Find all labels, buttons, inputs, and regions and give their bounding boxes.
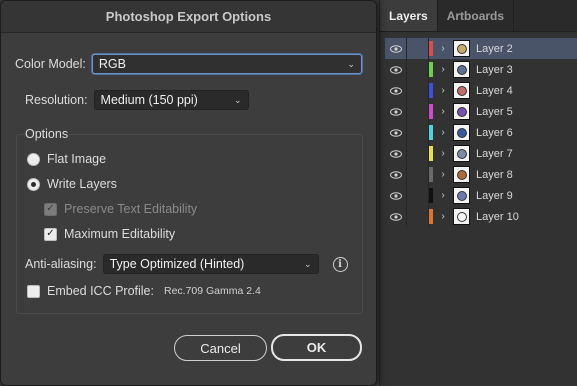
dialog-titlebar: Photoshop Export Options	[1, 1, 376, 33]
layer-thumbnail	[453, 124, 470, 141]
visibility-eye-icon[interactable]	[385, 206, 407, 227]
layer-thumbnail	[453, 208, 470, 225]
layer-row[interactable]: › Layer 5	[385, 101, 577, 122]
cancel-button[interactable]: Cancel	[174, 335, 267, 361]
layer-name: Layer 6	[476, 126, 513, 139]
chevron-right-icon[interactable]: ›	[433, 211, 453, 222]
layer-thumbnail	[453, 61, 470, 78]
layer-thumbnail	[453, 40, 470, 57]
color-model-label: Color Model:	[15, 57, 86, 71]
anti-aliasing-label: Anti-aliasing:	[25, 257, 97, 271]
layer-name: Layer 5	[476, 105, 513, 118]
ok-button[interactable]: OK	[271, 334, 362, 361]
visibility-eye-icon[interactable]	[385, 164, 407, 185]
layer-row[interactable]: › Layer 6	[385, 122, 577, 143]
layer-row[interactable]: › Layer 3	[385, 59, 577, 80]
icc-profile-value: Rec.709 Gamma 2.4	[163, 285, 261, 297]
dialog-title: Photoshop Export Options	[105, 9, 272, 24]
write-layers-radio[interactable]	[27, 177, 40, 191]
chevron-right-icon[interactable]: ›	[433, 127, 453, 138]
layer-row[interactable]: › Layer 8	[385, 164, 577, 185]
lock-toggle[interactable]	[407, 185, 429, 206]
visibility-eye-icon[interactable]	[385, 38, 407, 59]
visibility-eye-icon[interactable]	[385, 59, 407, 80]
embed-icc-checkbox[interactable]	[27, 284, 40, 298]
layer-thumbnail	[453, 103, 470, 120]
layer-thumbnail	[453, 166, 470, 183]
visibility-eye-icon[interactable]	[385, 122, 407, 143]
info-icon[interactable]: i	[332, 256, 348, 272]
max-editability-checkbox[interactable]: ✓	[44, 227, 57, 241]
write-layers-label: Write Layers	[47, 177, 117, 191]
lock-toggle[interactable]	[407, 164, 429, 185]
chevron-right-icon[interactable]: ›	[433, 43, 453, 54]
layer-thumbnail	[453, 145, 470, 162]
layer-name: Layer 8	[476, 168, 513, 181]
export-options-dialog: Photoshop Export Options Color Model: RG…	[0, 0, 377, 386]
chevron-right-icon[interactable]: ›	[433, 106, 453, 117]
layer-row[interactable]: › Layer 7	[385, 143, 577, 164]
layers-tab-bar: Layers Artboards	[380, 0, 577, 32]
embed-icc-option[interactable]: Embed ICC Profile: Rec.709 Gamma 2.4	[27, 284, 261, 298]
chevron-down-icon: ⌄	[234, 94, 242, 105]
preserve-text-checkbox: ✓	[44, 202, 57, 216]
chevron-right-icon[interactable]: ›	[433, 64, 453, 75]
lock-toggle[interactable]	[407, 122, 429, 143]
layer-name: Layer 2	[476, 42, 513, 55]
chevron-right-icon[interactable]: ›	[433, 190, 453, 201]
layer-row[interactable]: › Layer 9	[385, 185, 577, 206]
preserve-text-option: ✓ Preserve Text Editability	[44, 202, 197, 216]
flat-image-radio[interactable]	[27, 152, 40, 166]
preserve-text-label: Preserve Text Editability	[64, 202, 198, 216]
layers-panel: Layers Artboards › Layer 2 › Layer 3 › Layer …	[379, 0, 577, 386]
resolution-select[interactable]: Medium (150 ppi) ⌄	[93, 90, 249, 110]
write-layers-option[interactable]: Write Layers	[27, 177, 117, 191]
layer-row[interactable]: › Layer 4	[385, 80, 577, 101]
max-editability-option[interactable]: ✓ Maximum Editability	[44, 227, 175, 241]
lock-toggle[interactable]	[407, 206, 429, 227]
anti-aliasing-select[interactable]: Type Optimized (Hinted) ⌄	[102, 254, 319, 274]
layer-name: Layer 9	[476, 189, 513, 202]
tab-layers[interactable]: Layers	[380, 0, 438, 31]
resolution-value: Medium (150 ppi)	[100, 93, 198, 107]
layer-row[interactable]: › Layer 2	[385, 38, 577, 59]
lock-toggle[interactable]	[407, 59, 429, 80]
visibility-eye-icon[interactable]	[385, 101, 407, 122]
max-editability-label: Maximum Editability	[64, 227, 176, 241]
lock-toggle[interactable]	[407, 143, 429, 164]
visibility-eye-icon[interactable]	[385, 185, 407, 206]
anti-aliasing-value: Type Optimized (Hinted)	[109, 257, 245, 271]
layer-name: Layer 10	[476, 210, 519, 223]
layers-list: › Layer 2 › Layer 3 › Layer 4 › Layer 5 › Layer 6…	[385, 38, 577, 227]
chevron-down-icon: ⌄	[304, 258, 312, 269]
visibility-eye-icon[interactable]	[385, 143, 407, 164]
chevron-right-icon[interactable]: ›	[433, 85, 453, 96]
flat-image-label: Flat Image	[47, 152, 107, 166]
lock-toggle[interactable]	[407, 101, 429, 122]
layer-name: Layer 4	[476, 84, 513, 97]
chevron-down-icon: ⌄	[347, 58, 355, 69]
options-section-label: Options	[25, 127, 69, 141]
embed-icc-label: Embed ICC Profile:	[47, 284, 154, 298]
chevron-right-icon[interactable]: ›	[433, 169, 453, 180]
layer-name: Layer 7	[476, 147, 513, 160]
lock-toggle[interactable]	[407, 38, 429, 59]
layer-row[interactable]: › Layer 10	[385, 206, 577, 227]
color-model-select[interactable]: RGB ⌄	[91, 54, 362, 74]
chevron-right-icon[interactable]: ›	[433, 148, 453, 159]
visibility-eye-icon[interactable]	[385, 80, 407, 101]
layer-thumbnail	[453, 187, 470, 204]
layer-thumbnail	[453, 82, 470, 99]
tab-artboards[interactable]: Artboards	[438, 0, 515, 31]
layer-name: Layer 3	[476, 63, 513, 76]
lock-toggle[interactable]	[407, 80, 429, 101]
color-model-value: RGB	[98, 57, 126, 71]
resolution-label: Resolution:	[25, 93, 88, 107]
flat-image-option[interactable]: Flat Image	[27, 152, 106, 166]
